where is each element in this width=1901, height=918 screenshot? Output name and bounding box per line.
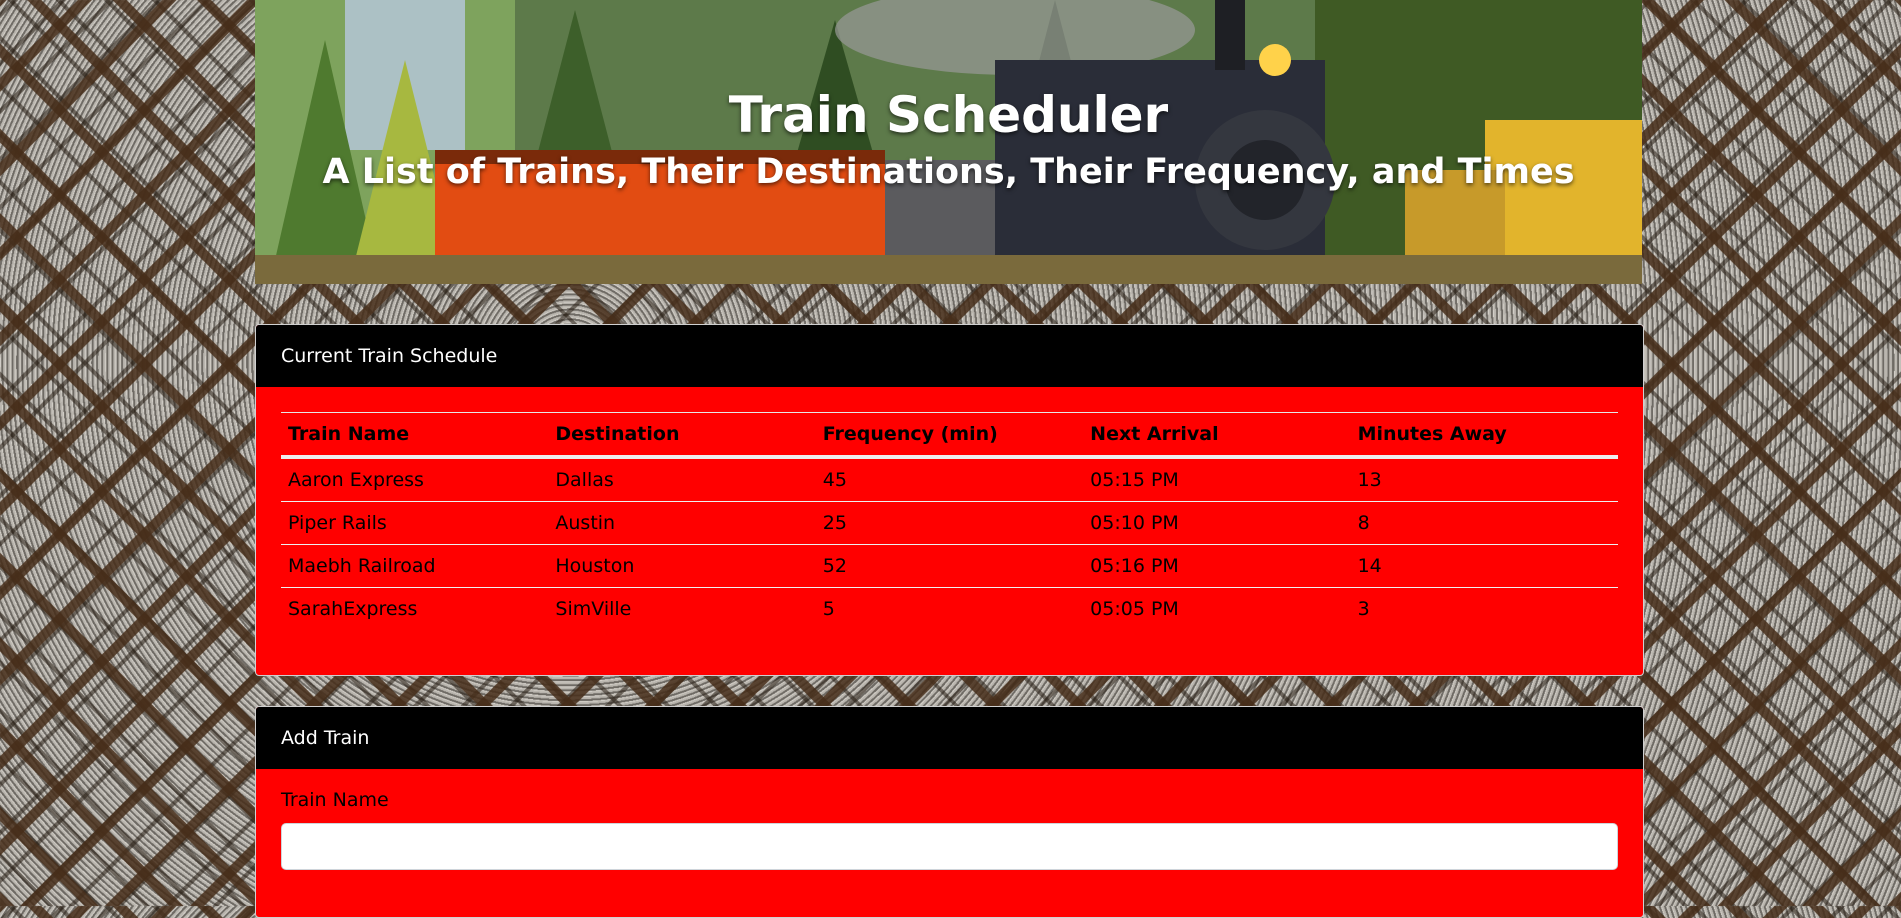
cell-next-arrival: 05:10 PM [1083,501,1351,545]
schedule-card-body: Train Name Destination Frequency (min) N… [256,387,1643,630]
cell-train-name: Piper Rails [281,501,549,545]
schedule-card: Current Train Schedule Train Name Destin… [255,324,1644,676]
cell-frequency: 5 [815,587,1084,630]
cell-destination: SimVille [548,587,816,630]
cell-frequency: 45 [822,469,847,491]
cell-destination: Dallas [555,469,614,491]
table-row: Maebh Railroad Houston 52 05:16 PM 14 [281,544,1618,588]
train-name-label: Train Name [281,789,389,811]
cell-next-arrival: 05:16 PM [1083,544,1351,588]
main-container: Train Scheduler A List of Trains, Their … [255,0,1644,918]
cell-minutes-away: 14 [1350,544,1618,588]
table-row: Piper Rails Austin 25 05:10 PM 8 [281,501,1618,545]
train-name-input[interactable] [281,823,1618,870]
page-subtitle: A List of Trains, Their Destinations, Th… [322,152,1575,192]
cell-destination: Austin [548,501,816,545]
add-train-card-body: Train Name [256,769,1643,870]
table-header-row: Train Name Destination Frequency (min) N… [281,412,1618,459]
header-banner: Train Scheduler A List of Trains, Their … [255,0,1642,284]
cell-minutes-away: 3 [1350,587,1618,630]
cell-frequency: 52 [815,544,1084,588]
cell-train-name: SarahExpress [281,587,549,630]
column-header-next-arrival: Next Arrival [1083,412,1351,459]
table-row: SarahExpress SimVille 5 05:05 PM 3 [281,587,1618,630]
cell-destination: Houston [548,544,816,588]
column-header-minutes-away: Minutes Away [1350,412,1618,459]
page-title: Train Scheduler [728,86,1169,144]
cell-train-name: Aaron Express [288,469,424,491]
cell-next-arrival: 05:05 PM [1083,587,1351,630]
cell-next-arrival: 05:15 PM [1090,469,1179,491]
cell-train-name: Maebh Railroad [281,544,549,588]
cell-frequency: 25 [815,501,1084,545]
table-row: Aaron Express Dallas 45 05:15 PM 13 [281,457,1618,502]
cell-minutes-away: 13 [1357,469,1382,491]
column-header-train-name: Train Name [281,412,549,459]
column-header-frequency: Frequency (min) [815,412,1084,459]
cell-minutes-away: 8 [1350,501,1618,545]
add-train-card: Add Train Train Name [255,706,1644,918]
add-train-card-header: Add Train [256,707,1643,769]
column-header-destination: Destination [548,412,816,459]
schedule-card-header: Current Train Schedule [256,325,1643,387]
schedule-table: Train Name Destination Frequency (min) N… [281,412,1618,630]
